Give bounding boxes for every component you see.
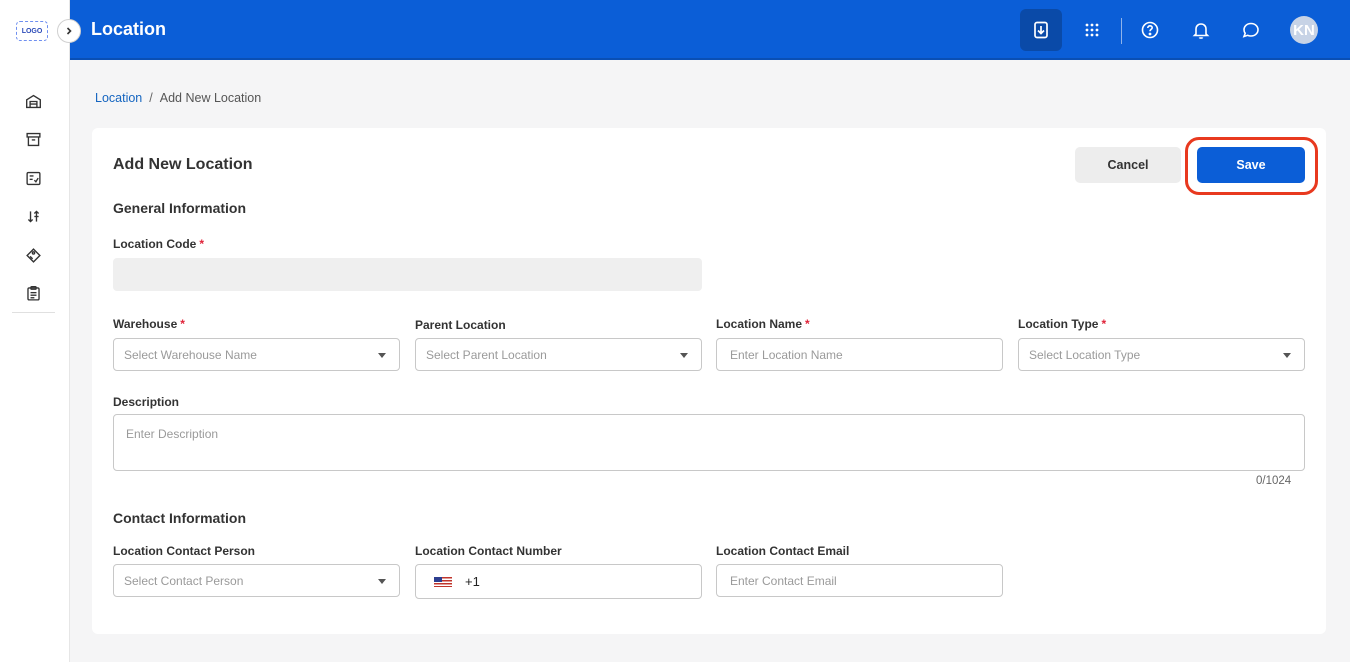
add-location-form-card: Add New Location Cancel Save General Inf… (92, 128, 1326, 634)
warehouse-select[interactable]: Select Warehouse Name (113, 338, 400, 371)
caret-down-icon (378, 579, 386, 584)
breadcrumb: Location / Add New Location (95, 91, 261, 105)
parent-location-placeholder: Select Parent Location (426, 347, 547, 362)
general-information-heading: General Information (113, 200, 247, 216)
app-logo: LOGO (16, 21, 48, 41)
sidebar-item-tag[interactable] (0, 236, 66, 275)
archive-icon (25, 133, 41, 147)
form-title: Add New Location (113, 156, 253, 173)
sidebar-expand-button[interactable] (57, 19, 81, 43)
sidebar-nav (0, 82, 66, 313)
sidebar: LOGO (0, 0, 70, 662)
required-marker: * (1101, 317, 1107, 331)
location-name-placeholder: Enter Location Name (730, 347, 843, 362)
contact-person-select[interactable]: Select Contact Person (113, 564, 400, 597)
contact-information-heading: Contact Information (113, 510, 246, 526)
bell-icon (1192, 23, 1210, 39)
contact-number-label: Location Contact Number (415, 544, 562, 558)
contact-email-input[interactable]: Enter Contact Email (716, 564, 1003, 597)
checklist-icon (25, 171, 41, 185)
apps-grid-button[interactable] (1071, 9, 1113, 51)
caret-down-icon (1283, 353, 1291, 358)
location-code-label: Location Code * (113, 237, 204, 251)
warehouse-icon (25, 94, 41, 108)
parent-location-select[interactable]: Select Parent Location (415, 338, 702, 371)
description-label: Description (113, 395, 180, 409)
contact-person-placeholder: Select Contact Person (124, 573, 244, 588)
apps-grid-icon (1085, 23, 1099, 37)
help-button[interactable] (1129, 9, 1171, 51)
help-icon (1141, 21, 1159, 39)
clipboard-icon (26, 286, 40, 301)
description-placeholder: Enter Description (126, 427, 219, 441)
location-code-label-text: Location Code (113, 237, 197, 251)
chat-icon (1242, 22, 1259, 38)
country-code: +1 (465, 574, 480, 589)
sidebar-divider (12, 312, 55, 313)
description-textarea[interactable]: Enter Description (113, 414, 1305, 471)
location-type-label-text: Location Type (1018, 317, 1099, 331)
contact-number-input[interactable]: +1 (415, 564, 702, 599)
required-marker: * (199, 237, 205, 251)
breadcrumb-separator: / (149, 91, 153, 105)
cancel-button[interactable]: Cancel (1075, 147, 1181, 183)
sidebar-item-clipboard[interactable] (0, 275, 66, 314)
description-char-counter: 0/1024 (1256, 475, 1292, 487)
sidebar-item-checklist[interactable] (0, 159, 66, 198)
location-type-select[interactable]: Select Location Type (1018, 338, 1305, 371)
warehouse-placeholder: Select Warehouse Name (124, 347, 257, 362)
header-divider (1121, 18, 1122, 44)
contact-person-label: Location Contact Person (113, 544, 256, 558)
location-code-input (113, 258, 702, 291)
location-name-label-text: Location Name (716, 317, 803, 331)
caret-down-icon (378, 353, 386, 358)
us-flag-icon[interactable] (434, 576, 452, 587)
location-name-label: Location Name * (716, 317, 810, 331)
sidebar-item-sort[interactable] (0, 198, 66, 237)
warehouse-label-text: Warehouse (113, 317, 178, 331)
notifications-button[interactable] (1180, 9, 1222, 51)
top-header: Location KN (70, 0, 1350, 60)
required-marker: * (180, 317, 185, 331)
download-button[interactable] (1020, 9, 1062, 51)
required-marker: * (805, 317, 810, 331)
contact-email-placeholder: Enter Contact Email (730, 573, 837, 588)
breadcrumb-location-link[interactable]: Location (95, 91, 142, 105)
breadcrumb-current: Add New Location (159, 91, 262, 105)
caret-down-icon (680, 353, 688, 358)
save-button[interactable]: Save (1197, 147, 1305, 183)
parent-location-label: Parent Location (415, 318, 506, 332)
sort-icon (27, 210, 39, 223)
location-type-placeholder: Select Location Type (1029, 347, 1141, 362)
sidebar-item-warehouse[interactable] (0, 82, 66, 121)
tag-icon (25, 247, 41, 263)
page-title: Location (91, 19, 166, 39)
chat-button[interactable] (1230, 9, 1272, 51)
download-icon (1034, 21, 1048, 39)
chevron-right-icon (66, 27, 72, 35)
contact-email-label: Location Contact Email (716, 544, 850, 558)
user-avatar[interactable]: KN (1290, 16, 1318, 44)
location-name-input[interactable]: Enter Location Name (716, 338, 1003, 371)
location-type-label: Location Type * (1018, 317, 1106, 331)
sidebar-item-archive[interactable] (0, 121, 66, 160)
warehouse-label: Warehouse * (113, 317, 185, 331)
